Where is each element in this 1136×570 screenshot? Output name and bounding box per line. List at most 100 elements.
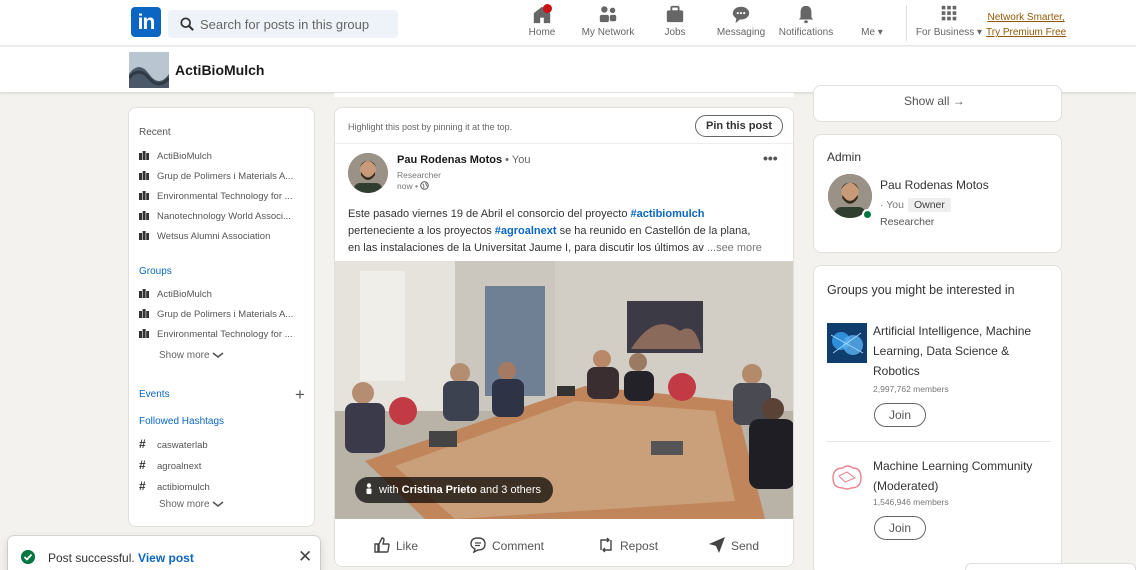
like-button[interactable]: Like — [373, 536, 418, 554]
admin-name[interactable]: Pau Rodenas Motos — [880, 178, 989, 192]
recent-item-label: Wetsus Alumni Association — [157, 231, 271, 242]
group-icon — [139, 289, 149, 298]
join-button[interactable]: Join — [874, 403, 926, 427]
nav-for-business-label: For Business ▾ — [915, 27, 983, 38]
recent-item[interactable]: Nanotechnology World Associ... — [139, 211, 291, 222]
post-photo[interactable]: with Cristina Prieto and 3 others — [335, 261, 793, 519]
recent-item[interactable]: Grup de Polimers i Materials A... — [139, 171, 293, 182]
search-placeholder: Search for posts in this group — [200, 17, 370, 32]
hashtag-icon: # — [139, 458, 146, 472]
tagged-people-pill[interactable]: with Cristina Prieto and 3 others — [355, 477, 554, 503]
events-heading[interactable]: Events — [139, 389, 170, 400]
group-item[interactable]: Grup de Polimers i Materials A... — [139, 309, 293, 320]
show-more-hashtags-button[interactable]: Show more — [159, 499, 224, 510]
recent-item[interactable]: ActiBioMulch — [139, 151, 212, 162]
ml-brain-icon — [827, 458, 867, 498]
recent-item[interactable]: Wetsus Alumni Association — [139, 231, 270, 242]
nav-home[interactable]: Home — [526, 4, 558, 38]
nav-for-business[interactable]: For Business ▾ — [914, 4, 984, 38]
chevron-down-icon — [212, 501, 224, 508]
suggested-group-name[interactable]: Artificial Intelligence, Machine Learnin… — [873, 321, 1053, 381]
suggested-group-members: 1,546,946 members — [873, 497, 949, 507]
hashtag-label: actibiomulch — [157, 482, 210, 493]
hashtag-item[interactable]: # agroalnext — [139, 458, 201, 472]
group-item[interactable]: Environmental Technology for ... — [139, 329, 293, 340]
suggested-groups-title: Groups you might be interested in — [827, 283, 1015, 297]
repost-button[interactable]: Repost — [597, 536, 658, 554]
ai-brain-icon — [827, 323, 867, 363]
linkedin-logo[interactable]: in — [131, 7, 161, 37]
recent-item-label: ActiBioMulch — [157, 151, 212, 162]
hashtag-link[interactable]: #agroalnext — [495, 225, 557, 237]
nav-me[interactable]: Me ▾ — [856, 4, 888, 38]
success-toast: Post successful. View post ✕ — [8, 536, 320, 570]
group-icon — [139, 151, 149, 160]
group-item-label: Environmental Technology for ... — [157, 329, 293, 340]
hashtag-link[interactable]: #actibiomulch — [631, 208, 705, 220]
repost-icon — [600, 537, 612, 553]
author-name[interactable]: Pau Rodenas Motos • You — [397, 154, 530, 166]
owner-badge: Owner — [907, 198, 951, 212]
nav-jobs[interactable]: Jobs — [660, 4, 690, 38]
post-text-part: perteneciente a los proyectos — [348, 225, 495, 237]
suggested-group-members: 2,997,762 members — [873, 384, 949, 394]
like-icon — [374, 537, 390, 553]
search-input[interactable]: Search for posts in this group — [168, 10, 398, 38]
messaging-icon — [732, 6, 750, 24]
comment-icon — [470, 537, 486, 554]
send-button[interactable]: Send — [708, 536, 759, 554]
messaging-overlay[interactable] — [965, 563, 1136, 570]
avatar — [862, 4, 882, 24]
person-photo-icon — [348, 153, 388, 193]
try-premium-link[interactable]: Network Smarter, Try Premium Free — [986, 10, 1066, 40]
suggested-group-logo[interactable] — [827, 458, 867, 498]
group-item[interactable]: ActiBioMulch — [139, 289, 212, 300]
author-avatar[interactable] — [348, 153, 388, 193]
group-icon — [139, 309, 149, 318]
author-you-label: • You — [502, 154, 531, 166]
tag-name: Cristina Prieto — [401, 484, 477, 496]
repost-label: Repost — [620, 539, 659, 553]
close-icon[interactable]: ✕ — [298, 547, 312, 567]
see-more-link[interactable]: ...see more — [704, 242, 762, 254]
comment-button[interactable]: Comment — [469, 536, 544, 554]
nav-messaging-label: Messaging — [716, 27, 766, 38]
nav-jobs-label: Jobs — [664, 27, 686, 38]
suggested-group-name[interactable]: Machine Learning Community (Moderated) — [873, 456, 1053, 496]
join-button[interactable]: Join — [874, 516, 926, 540]
show-all-button[interactable]: Show all → — [904, 94, 965, 108]
hashtag-item[interactable]: # caswaterlab — [139, 437, 208, 451]
show-more-groups-button[interactable]: Show more — [159, 350, 224, 361]
nav-notifications-label: Notifications — [778, 27, 834, 38]
bell-icon — [798, 5, 814, 24]
pin-post-button[interactable]: Pin this post — [695, 115, 783, 137]
post-time-text: now • — [397, 181, 418, 191]
post-text-part: Este pasado viernes 19 de Abril el conso… — [348, 208, 631, 220]
admin-you-text: · You — [880, 199, 904, 211]
add-event-icon[interactable]: + — [295, 385, 305, 405]
groups-heading[interactable]: Groups — [139, 266, 172, 277]
author-name-text: Pau Rodenas Motos — [397, 154, 503, 166]
view-post-link[interactable]: View post — [138, 551, 194, 565]
online-status-icon — [862, 209, 873, 220]
followed-hashtags-heading[interactable]: Followed Hashtags — [139, 416, 224, 427]
show-more-label: Show more — [159, 499, 210, 510]
divider — [827, 441, 1051, 442]
group-item-label: ActiBioMulch — [157, 289, 212, 300]
group-name[interactable]: ActiBioMulch — [175, 62, 264, 78]
toast-text: Post successful. — [48, 551, 135, 565]
hashtag-item[interactable]: # actibiomulch — [139, 479, 210, 493]
nav-my-network[interactable]: My Network — [580, 4, 636, 38]
members-card: Show all → — [813, 85, 1062, 122]
group-logo[interactable] — [129, 52, 169, 88]
nav-messaging[interactable]: Messaging — [716, 4, 766, 38]
recent-item[interactable]: Environmental Technology for ... — [139, 191, 293, 202]
more-options-icon[interactable]: ••• — [763, 150, 778, 166]
suggested-group-logo[interactable] — [827, 323, 867, 363]
post-text-part: en las instalaciones de la Universitat J… — [348, 242, 704, 254]
top-nav: in Search for posts in this group Home M… — [0, 0, 1136, 46]
nav-notifications[interactable]: Notifications — [776, 4, 836, 38]
globe-icon — [420, 181, 430, 190]
admin-card: Admin Pau Rodenas Motos · You Owner Resea… — [813, 134, 1062, 253]
nav-my-network-label: My Network — [581, 27, 635, 38]
